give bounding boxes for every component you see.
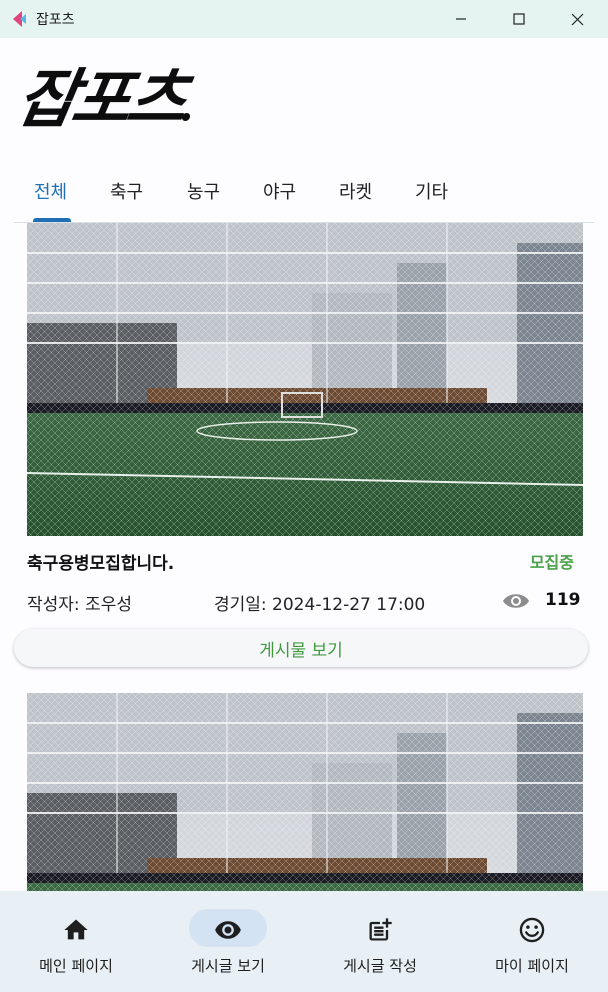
view-count-icon — [503, 594, 529, 608]
tab-all[interactable]: 전체 — [34, 178, 67, 204]
tab-racket[interactable]: 라켓 — [339, 178, 372, 204]
post-image — [27, 693, 583, 891]
app-logo: 잡포츠 — [11, 63, 198, 137]
logo-text: 잡포츠 — [11, 63, 190, 137]
nav-my-page[interactable]: 마이 페이지 — [456, 891, 608, 992]
nav-label: 마이 페이지 — [495, 957, 569, 975]
nav-label: 게시글 작성 — [343, 957, 417, 975]
tab-other[interactable]: 기타 — [415, 178, 448, 204]
bottom-navigation: 메인 페이지 게시글 보기 게시글 작성 마이 페이지 — [0, 891, 608, 992]
window-title: 잡포츠 — [36, 12, 75, 28]
minimize-icon — [456, 18, 466, 20]
close-button[interactable] — [548, 0, 606, 38]
window-titlebar: 잡포츠 — [0, 0, 608, 38]
tab-basketball[interactable]: 농구 — [187, 178, 220, 204]
maximize-icon — [513, 13, 525, 25]
close-icon — [571, 13, 583, 25]
post-match-date: 경기일: 2024-12-27 17:00 — [214, 595, 426, 615]
home-icon — [64, 919, 88, 940]
view-post-button[interactable]: 게시물 보기 — [14, 629, 588, 667]
nav-write-post[interactable]: 게시글 작성 — [304, 891, 456, 992]
nav-main-page[interactable]: 메인 페이지 — [0, 891, 152, 992]
post-image — [27, 223, 583, 536]
post-feed[interactable]: 축구용병모집합니다. 모집중 작성자: 조우성 경기일: 2024-12-27 … — [0, 223, 608, 891]
tab-soccer[interactable]: 축구 — [110, 178, 143, 204]
status-badge: 모집중 — [529, 553, 574, 572]
post-author: 작성자: 조우성 — [27, 595, 132, 615]
tab-baseball[interactable]: 야구 — [263, 178, 296, 204]
post-add-icon — [369, 918, 392, 941]
view-count: 119 — [545, 590, 581, 610]
nav-label: 게시글 보기 — [191, 957, 265, 975]
logo-dot — [180, 113, 191, 121]
maximize-button[interactable] — [490, 0, 548, 38]
app-icon — [13, 11, 26, 27]
nav-label: 메인 페이지 — [39, 957, 113, 975]
minimize-button[interactable] — [432, 0, 490, 38]
nav-view-posts[interactable]: 게시글 보기 — [152, 891, 304, 992]
tab-indicator — [33, 218, 71, 222]
post-title: 축구용병모집합니다. — [27, 554, 175, 574]
category-tabs: 전체 축구 농구 야구 라켓 기타 — [14, 170, 594, 223]
eye-icon — [215, 921, 241, 939]
smiley-icon — [519, 917, 545, 943]
